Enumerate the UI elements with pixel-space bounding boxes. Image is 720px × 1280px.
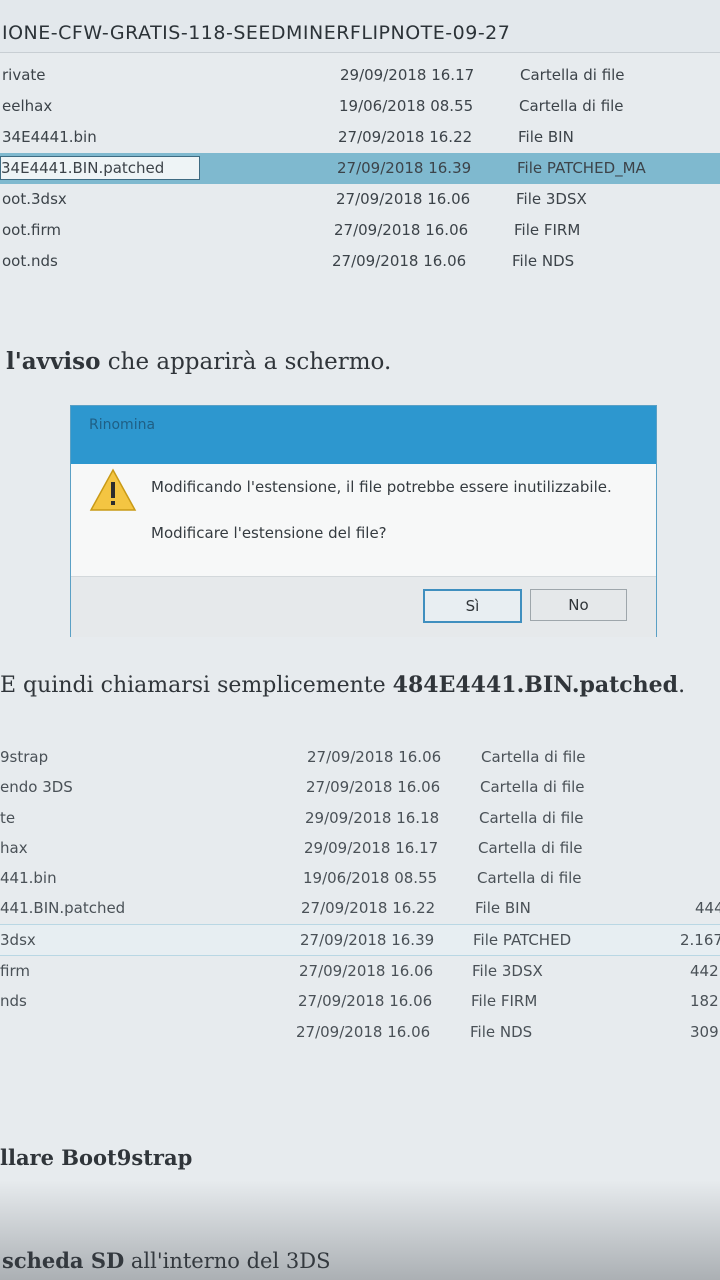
file-type: File NDS <box>512 252 575 270</box>
file-date: 27/09/2018 16.39 <box>337 159 472 177</box>
file-row[interactable]: 441.BIN.patched 27/09/2018 16.22 File BI… <box>0 893 720 923</box>
file-size: 444 <box>695 899 720 918</box>
warning-icon <box>89 468 137 511</box>
file-name: rivate <box>2 66 46 84</box>
file-type: File 3DSX <box>472 962 543 981</box>
file-date: 27/09/2018 16.06 <box>332 252 467 270</box>
file-row[interactable]: 27/09/2018 16.06 File NDS 309 <box>0 1017 720 1047</box>
file-type: File BIN <box>518 128 574 146</box>
file-name: 34E4441.bin <box>2 128 97 146</box>
file-date: 27/09/2018 16.06 <box>299 962 434 981</box>
file-type: Cartella di file <box>478 838 583 857</box>
file-row[interactable]: rivate 29/09/2018 16.17 Cartella di file <box>0 60 720 91</box>
article-text: . <box>678 673 686 698</box>
file-date: 27/09/2018 16.06 <box>298 992 433 1011</box>
file-type: Cartella di file <box>519 97 624 115</box>
rename-dialog: Rinomina Modificando l'estensione, il fi… <box>70 405 657 637</box>
file-name: oot.nds <box>2 252 58 270</box>
file-type: Cartella di file <box>480 778 585 797</box>
yes-button[interactable]: Sì <box>423 589 522 623</box>
article-bold-filename: 484E4441.BIN.patched <box>392 672 679 698</box>
file-date: 27/09/2018 16.22 <box>301 899 436 918</box>
article-text: E quindi chiamarsi semplicemente <box>0 673 393 698</box>
file-row[interactable]: 34E4441.bin 27/09/2018 16.22 File BIN <box>0 122 720 153</box>
section-heading: llare Boot9strap <box>0 1145 193 1170</box>
file-date: 27/09/2018 16.06 <box>296 1022 431 1041</box>
dialog-titlebar: Rinomina <box>71 406 656 464</box>
file-row[interactable]: eelhax 19/06/2018 08.55 Cartella di file <box>0 91 720 122</box>
dialog-title: Rinomina <box>89 417 156 433</box>
file-row[interactable]: hax 29/09/2018 16.17 Cartella di file <box>0 833 720 863</box>
folder-path-title: IONE-CFW-GRATIS-118-SEEDMINERFLIPNOTE-09… <box>2 22 511 44</box>
article-text-footer: scheda SD all'interno del 3DS <box>2 1248 330 1273</box>
file-date: 29/09/2018 16.17 <box>304 838 439 857</box>
no-button[interactable]: No <box>530 589 627 621</box>
file-name: firm <box>0 962 30 981</box>
file-list-bottom: 9strap 27/09/2018 16.06 Cartella di file… <box>0 742 720 1047</box>
dialog-footer: Sì No <box>71 576 656 637</box>
file-date: 27/09/2018 16.06 <box>336 190 471 208</box>
file-row[interactable]: 9strap 27/09/2018 16.06 Cartella di file <box>0 742 720 772</box>
file-list-top: rivate 29/09/2018 16.17 Cartella di file… <box>0 60 720 277</box>
file-row[interactable]: oot.3dsx 27/09/2018 16.06 File 3DSX <box>0 184 720 215</box>
file-type: Cartella di file <box>479 808 584 827</box>
file-type: File FIRM <box>514 221 581 239</box>
file-size: 182 <box>690 992 719 1011</box>
file-row[interactable]: 441.bin 19/06/2018 08.55 Cartella di fil… <box>0 863 720 893</box>
article-text-avviso: l'avviso che apparirà a schermo. <box>6 348 391 375</box>
file-row[interactable]: nds 27/09/2018 16.06 File FIRM 182 <box>0 986 720 1016</box>
file-date: 19/06/2018 08.55 <box>303 869 438 888</box>
file-name: 441.bin <box>0 869 57 888</box>
file-row[interactable]: oot.firm 27/09/2018 16.06 File FIRM <box>0 215 720 246</box>
file-row[interactable]: endo 3DS 27/09/2018 16.06 Cartella di fi… <box>0 772 720 802</box>
article-bold: l'avviso <box>6 348 101 375</box>
file-type: File NDS <box>470 1022 533 1041</box>
file-name: nds <box>0 992 27 1011</box>
file-name: te <box>0 808 16 827</box>
file-date: 29/09/2018 16.17 <box>340 66 475 84</box>
file-name: oot.firm <box>2 221 61 239</box>
file-type: Cartella di file <box>477 869 582 888</box>
file-name: eelhax <box>2 97 53 115</box>
file-type: File PATCHED <box>473 930 572 949</box>
article-text: all'interno del 3DS <box>124 1249 331 1273</box>
file-row[interactable]: firm 27/09/2018 16.06 File 3DSX 442 <box>0 956 720 986</box>
file-row-selected[interactable]: 34E4441.BIN.patched 27/09/2018 16.39 Fil… <box>0 153 720 184</box>
file-name: oot.3dsx <box>2 190 67 208</box>
file-size: 309 <box>690 1022 719 1041</box>
file-date: 27/09/2018 16.06 <box>334 221 469 239</box>
dialog-question: Modificare l'estensione del file? <box>151 524 387 542</box>
file-row-highlighted[interactable]: 3dsx 27/09/2018 16.39 File PATCHED 2.167 <box>0 923 720 957</box>
file-type: Cartella di file <box>520 66 625 84</box>
file-date: 29/09/2018 16.18 <box>305 808 440 827</box>
file-date: 27/09/2018 16.06 <box>307 748 442 766</box>
file-name: endo 3DS <box>0 778 73 797</box>
file-name: 9strap <box>0 748 49 766</box>
file-row[interactable]: oot.nds 27/09/2018 16.06 File NDS <box>0 246 720 277</box>
dialog-body: Modificando l'estensione, il file potreb… <box>71 464 656 576</box>
file-date: 27/09/2018 16.22 <box>338 128 473 146</box>
file-name: 3dsx <box>0 930 36 949</box>
article-text-rename: E quindi chiamarsi semplicemente 484E444… <box>0 672 685 698</box>
explorer-header: IONE-CFW-GRATIS-118-SEEDMINERFLIPNOTE-09… <box>0 0 720 53</box>
dialog-message: Modificando l'estensione, il file potreb… <box>151 478 612 496</box>
file-name: 441.BIN.patched <box>0 899 126 918</box>
file-type: File 3DSX <box>516 190 587 208</box>
file-size: 442 <box>690 962 719 981</box>
file-date: 19/06/2018 08.55 <box>339 97 474 115</box>
article-text: che apparirà a schermo. <box>100 349 392 375</box>
file-date: 27/09/2018 16.06 <box>306 778 441 797</box>
file-type: File BIN <box>475 899 531 918</box>
article-bold: scheda SD <box>2 1248 125 1273</box>
file-name: hax <box>0 838 28 857</box>
file-type: Cartella di file <box>481 748 586 766</box>
file-row[interactable]: te 29/09/2018 16.18 Cartella di file <box>0 803 720 833</box>
file-type: File PATCHED_MA <box>517 159 646 177</box>
rename-input[interactable]: 34E4441.BIN.patched <box>0 156 200 180</box>
file-type: File FIRM <box>471 992 538 1011</box>
file-size: 2.167 <box>680 930 720 949</box>
file-date: 27/09/2018 16.39 <box>300 930 435 949</box>
